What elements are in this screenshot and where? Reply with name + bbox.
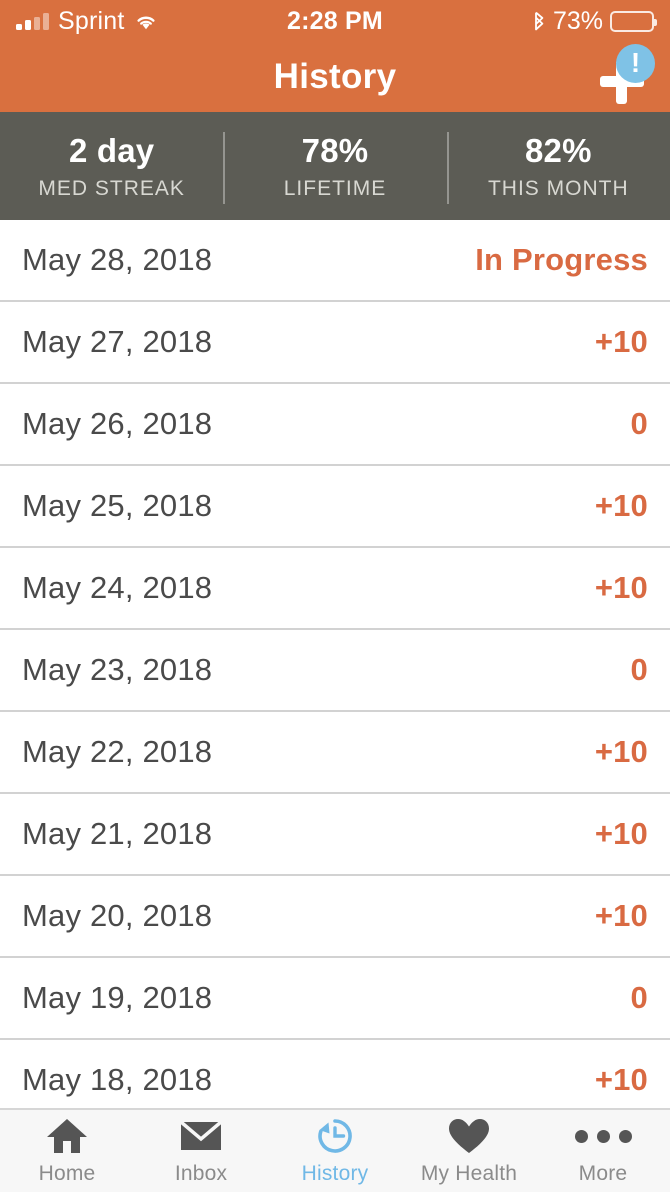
history-row-value: +10: [594, 488, 648, 523]
history-row-value: In Progress: [475, 242, 648, 277]
bluetooth-icon: [532, 11, 546, 31]
home-icon: [45, 1116, 89, 1156]
history-list[interactable]: May 28, 2018 In Progress May 27, 2018 +10 Ma…: [0, 220, 670, 1108]
tab-label: History: [301, 1162, 369, 1185]
stat-value: 78%: [301, 131, 369, 169]
history-row[interactable]: May 28, 2018 In Progress: [0, 220, 670, 302]
tab-home[interactable]: Home: [0, 1110, 134, 1192]
stats-summary-bar: 2 day MED STREAK 78% LIFETIME 82% THIS M…: [0, 112, 670, 220]
page-title: History: [273, 57, 397, 96]
history-row[interactable]: May 19, 2018 0: [0, 958, 670, 1040]
stat-label: MED STREAK: [38, 176, 185, 200]
history-row-value: 0: [630, 406, 648, 441]
status-bar: Sprint 2:28 PM 73%: [0, 0, 670, 42]
history-row-date: May 20, 2018: [22, 898, 213, 933]
tab-more[interactable]: More: [536, 1110, 670, 1192]
battery-percent-label: 73%: [552, 6, 603, 35]
ellipsis-icon: [574, 1116, 632, 1156]
history-row-date: May 24, 2018: [22, 570, 213, 605]
history-row-date: May 21, 2018: [22, 816, 213, 851]
tab-label: My Health: [420, 1162, 518, 1185]
history-row-date: May 28, 2018: [22, 242, 213, 277]
stat-med-streak[interactable]: 2 day MED STREAK: [0, 112, 223, 220]
navigation-bar: History !: [0, 42, 670, 112]
stat-value: 2 day: [68, 131, 155, 169]
history-row-date: May 27, 2018: [22, 324, 213, 359]
history-row-value: +10: [594, 816, 648, 851]
stat-this-month[interactable]: 82% THIS MONTH: [446, 112, 670, 220]
history-row[interactable]: May 23, 2018 0: [0, 630, 670, 712]
history-row[interactable]: May 21, 2018 +10: [0, 794, 670, 876]
tab-history[interactable]: History: [268, 1110, 402, 1192]
envelope-icon: [179, 1116, 223, 1156]
stat-label: THIS MONTH: [487, 176, 629, 200]
history-row[interactable]: May 20, 2018 +10: [0, 876, 670, 958]
history-row-date: May 25, 2018: [22, 488, 213, 523]
history-row-value: 0: [630, 652, 648, 687]
tab-my-health[interactable]: My Health: [402, 1110, 536, 1192]
history-row[interactable]: May 24, 2018 +10: [0, 548, 670, 630]
history-row[interactable]: May 26, 2018 0: [0, 384, 670, 466]
tab-label: More: [578, 1162, 628, 1185]
history-row-value: +10: [594, 734, 648, 769]
history-row[interactable]: May 27, 2018 +10: [0, 302, 670, 384]
history-row-value: +10: [594, 570, 648, 605]
history-row-value: +10: [594, 1062, 648, 1097]
clock-rotate-icon: [314, 1116, 356, 1156]
stat-label: LIFETIME: [283, 176, 387, 200]
stat-lifetime[interactable]: 78% LIFETIME: [223, 112, 446, 220]
add-entry-button[interactable]: !: [592, 44, 655, 108]
status-bar-right: 73%: [532, 6, 657, 36]
tab-inbox[interactable]: Inbox: [134, 1110, 268, 1192]
tab-label: Inbox: [174, 1162, 228, 1185]
history-row-date: May 23, 2018: [22, 652, 213, 687]
history-row-date: May 18, 2018: [22, 1062, 213, 1097]
battery-icon: [610, 10, 657, 32]
history-row-value: 0: [630, 980, 648, 1015]
app-screen: Sprint 2:28 PM 73% History ! 2 day MED S…: [0, 0, 670, 1192]
tab-label: Home: [38, 1162, 96, 1185]
history-row[interactable]: May 25, 2018 +10: [0, 466, 670, 548]
history-row-value: +10: [594, 324, 648, 359]
history-row-date: May 22, 2018: [22, 734, 213, 769]
badge-label: !: [630, 46, 641, 78]
exclamation-badge-icon: !: [616, 44, 655, 83]
tab-bar: Home Inbox History My Health More: [0, 1108, 670, 1192]
stat-value: 82%: [524, 131, 592, 169]
heart-icon: [447, 1116, 491, 1156]
history-row-date: May 26, 2018: [22, 406, 213, 441]
history-row[interactable]: May 18, 2018 +10: [0, 1040, 670, 1108]
history-row[interactable]: May 22, 2018 +10: [0, 712, 670, 794]
history-row-date: May 19, 2018: [22, 980, 213, 1015]
history-row-value: +10: [594, 898, 648, 933]
